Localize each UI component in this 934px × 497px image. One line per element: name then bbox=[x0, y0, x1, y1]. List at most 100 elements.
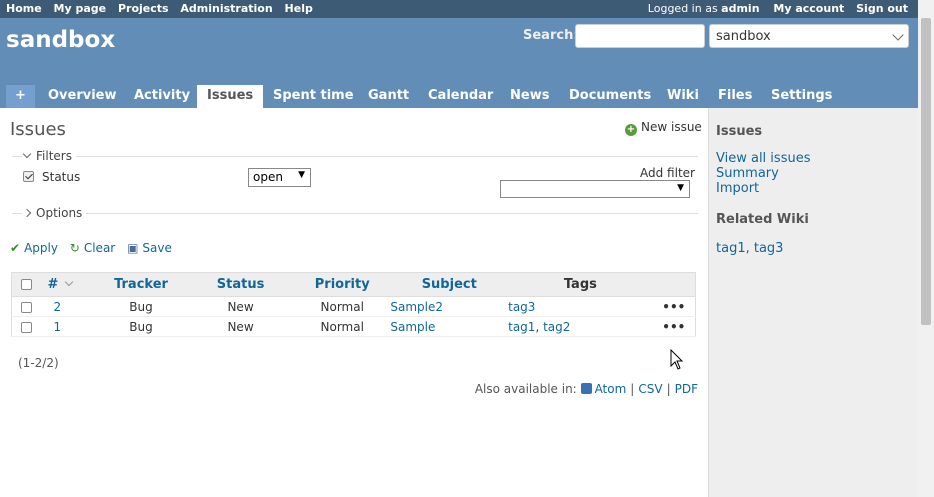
top-menu: Home My page Projects Administration Hel… bbox=[0, 0, 918, 18]
tab-settings[interactable]: Settings bbox=[761, 85, 842, 108]
apply-button[interactable]: ✔ Apply bbox=[10, 241, 58, 255]
status-filter-label: Status bbox=[42, 170, 81, 184]
issue-tags-cell: tag3 bbox=[508, 296, 653, 317]
issue-tag-link[interactable]: tag1 bbox=[508, 320, 535, 334]
issue-tracker: Bug bbox=[94, 316, 188, 337]
project-jump-select[interactable]: sandbox bbox=[709, 24, 909, 48]
filters-divider bbox=[12, 156, 698, 157]
top-menu-projects[interactable]: Projects bbox=[118, 2, 169, 15]
new-issue-label: New issue bbox=[641, 120, 702, 134]
tab-news[interactable]: News bbox=[500, 85, 559, 108]
issue-tag-link[interactable]: tag3 bbox=[508, 300, 535, 314]
issue-tag-link[interactable]: tag2 bbox=[543, 320, 570, 334]
top-menu-help[interactable]: Help bbox=[285, 2, 313, 15]
column-header-status[interactable]: Status bbox=[187, 272, 295, 297]
column-header-tracker[interactable]: Tracker bbox=[94, 272, 188, 297]
chevron-down-icon bbox=[65, 277, 74, 287]
wiki-tag-link[interactable]: tag1 bbox=[716, 241, 746, 256]
sidebar-view-all-issues[interactable]: View all issues bbox=[716, 151, 810, 166]
also-available-label: Also available in: bbox=[474, 382, 577, 396]
issue-id-link[interactable]: 2 bbox=[53, 300, 61, 314]
issues-table: # Tracker Status Priority Subject Tags 2… bbox=[11, 272, 696, 337]
search-input[interactable] bbox=[575, 24, 705, 48]
logged-user-link[interactable]: admin bbox=[721, 2, 759, 15]
row-checkbox[interactable] bbox=[21, 321, 33, 333]
options-legend[interactable]: Options bbox=[22, 206, 87, 220]
issue-priority: Normal bbox=[294, 316, 391, 337]
new-issue-link[interactable]: + New issue bbox=[625, 120, 702, 136]
tab-gantt[interactable]: Gantt bbox=[358, 85, 419, 108]
more-actions-icon[interactable]: ••• bbox=[662, 300, 685, 314]
row-checkbox-cell bbox=[11, 296, 42, 317]
issue-subject-link[interactable]: Sample bbox=[390, 320, 435, 334]
select-all-checkbox[interactable] bbox=[21, 279, 33, 290]
top-menu-home[interactable]: Home bbox=[6, 2, 42, 15]
project-jump-value: sandbox bbox=[716, 29, 771, 44]
my-account-link[interactable]: My account bbox=[773, 2, 844, 15]
chevron-right-icon bbox=[22, 208, 32, 218]
status-filter-checkbox[interactable] bbox=[23, 171, 34, 182]
save-button[interactable]: ▣ Save bbox=[127, 241, 172, 255]
rss-icon bbox=[580, 383, 592, 394]
pdf-link[interactable]: PDF bbox=[675, 382, 698, 396]
table-row[interactable]: 1 Bug New Normal Sample tag1, tag2 ••• bbox=[11, 316, 696, 337]
tab-overview[interactable]: Overview bbox=[38, 85, 127, 108]
row-checkbox[interactable] bbox=[21, 301, 33, 313]
options-divider bbox=[12, 213, 698, 214]
column-header-id-label: # bbox=[47, 277, 59, 292]
pagination: (1-2/2) bbox=[18, 356, 59, 370]
add-filter-label: Add filter bbox=[640, 166, 695, 180]
tab-activity[interactable]: Activity bbox=[124, 85, 200, 108]
csv-link[interactable]: CSV bbox=[638, 382, 662, 396]
issue-subject-cell: Sample bbox=[390, 316, 509, 337]
tab-issues[interactable]: Issues bbox=[197, 85, 263, 108]
page-title: Issues bbox=[10, 119, 66, 140]
column-header-tags: Tags bbox=[508, 272, 653, 297]
column-header-subject[interactable]: Subject bbox=[390, 272, 509, 297]
column-header-id[interactable]: # bbox=[41, 272, 95, 297]
tab-spent-time[interactable]: Spent time bbox=[263, 85, 364, 108]
table-row[interactable]: 2 Bug New Normal Sample2 tag3 ••• bbox=[11, 296, 696, 317]
chevron-down-icon bbox=[892, 29, 904, 41]
more-actions-icon[interactable]: ••• bbox=[662, 320, 685, 334]
sign-out-link[interactable]: Sign out bbox=[856, 2, 908, 15]
scrollbar-thumb[interactable] bbox=[921, 18, 931, 325]
sidebar-summary[interactable]: Summary bbox=[716, 166, 779, 181]
clear-button[interactable]: ↻ Clear bbox=[70, 241, 115, 255]
logged-as: Logged in as admin bbox=[648, 2, 760, 15]
column-header-priority[interactable]: Priority bbox=[294, 272, 391, 297]
sidebar-wiki-tags: tag1, tag3 bbox=[716, 241, 784, 256]
issue-subject-link[interactable]: Sample2 bbox=[390, 300, 443, 314]
save-label: Save bbox=[142, 241, 172, 255]
sidebar-import[interactable]: Import bbox=[716, 181, 759, 196]
wiki-tag-link[interactable]: tag3 bbox=[754, 241, 784, 256]
table-header-row: # Tracker Status Priority Subject Tags bbox=[11, 272, 696, 297]
mouse-cursor-icon bbox=[670, 349, 684, 370]
top-menu-my-page[interactable]: My page bbox=[54, 2, 107, 15]
apply-label: Apply bbox=[24, 241, 58, 255]
filters-legend[interactable]: Filters bbox=[22, 149, 76, 163]
top-menu-administration[interactable]: Administration bbox=[180, 2, 272, 15]
sidebar-related-wiki-heading: Related Wiki bbox=[716, 212, 809, 227]
status-operator-select[interactable]: open ▼ bbox=[248, 168, 311, 187]
select-all-header bbox=[11, 272, 42, 297]
reload-icon: ↻ bbox=[69, 241, 80, 255]
atom-link[interactable]: Atom bbox=[580, 382, 627, 396]
new-object-button[interactable]: + bbox=[6, 85, 35, 108]
atom-label: Atom bbox=[594, 382, 627, 396]
options-legend-label: Options bbox=[36, 206, 83, 220]
tab-documents[interactable]: Documents bbox=[559, 85, 661, 108]
issue-id-cell: 1 bbox=[41, 316, 95, 337]
tab-calendar[interactable]: Calendar bbox=[418, 85, 503, 108]
row-checkbox-cell bbox=[11, 316, 42, 337]
issue-tags-cell: tag1, tag2 bbox=[508, 316, 653, 337]
page-scrollbar[interactable] bbox=[918, 0, 934, 497]
header: sandbox Search: sandbox + Overview Activ… bbox=[0, 18, 918, 108]
tab-wiki[interactable]: Wiki bbox=[657, 85, 709, 108]
filters-legend-label: Filters bbox=[36, 149, 72, 163]
add-filter-select[interactable]: ▼ bbox=[500, 180, 690, 198]
query-actions: ✔ Apply ↻ Clear ▣ Save bbox=[10, 241, 180, 255]
issue-id-link[interactable]: 1 bbox=[53, 320, 61, 334]
tab-files[interactable]: Files bbox=[708, 85, 762, 108]
checkmark-icon: ✔ bbox=[10, 241, 21, 255]
